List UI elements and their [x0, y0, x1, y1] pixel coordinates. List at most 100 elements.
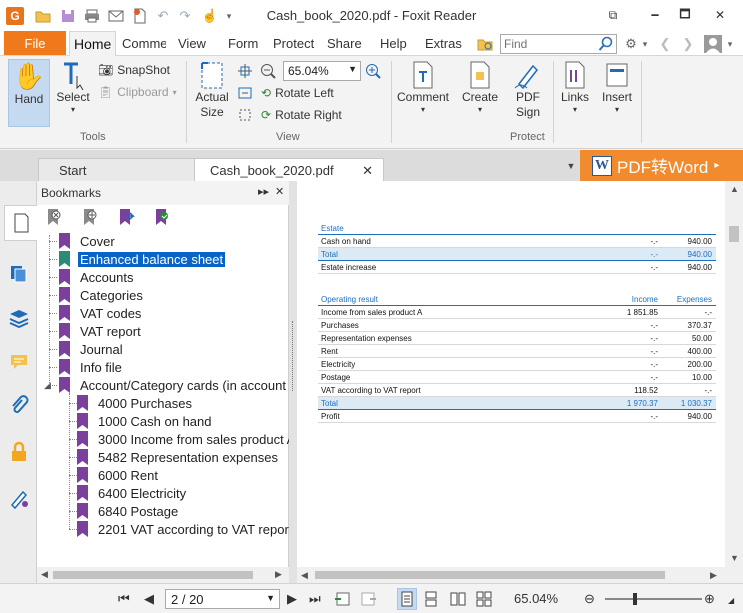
- bookmark-item[interactable]: VAT report: [59, 322, 143, 340]
- first-page-icon[interactable]: ⏮: [118, 591, 130, 607]
- search-icon[interactable]: [598, 36, 614, 52]
- resize-grip-icon[interactable]: ◢: [728, 596, 734, 605]
- close-tab-icon[interactable]: ✕: [362, 163, 373, 179]
- page-number-field[interactable]: 2 / 20 ▼: [165, 589, 280, 609]
- user-dropdown-icon[interactable]: ▾: [724, 34, 736, 54]
- clipboard-dropdown-icon[interactable]: ▾: [173, 88, 177, 97]
- continuous-facing-view-icon[interactable]: [476, 591, 492, 607]
- tab-share[interactable]: Share: [327, 31, 362, 56]
- scroll-down-arrow-icon[interactable]: ▼: [730, 553, 739, 563]
- tab-form[interactable]: Form: [228, 31, 258, 56]
- app-logo-icon[interactable]: G: [6, 7, 24, 25]
- open-folder-icon[interactable]: [33, 6, 53, 26]
- tab-help[interactable]: Help: [380, 31, 407, 56]
- tab-current-document[interactable]: Cash_book_2020.pdf ✕: [194, 158, 384, 181]
- horizontal-scroll-thumb[interactable]: [315, 571, 665, 579]
- create-dropdown-icon[interactable]: ▾: [478, 105, 482, 114]
- hand-tool-icon[interactable]: ☝: [200, 6, 220, 26]
- rotate-left-button[interactable]: ⟲ Rotate Left: [261, 83, 334, 103]
- folder-search-icon[interactable]: [475, 34, 495, 54]
- select-tool-button[interactable]: Select ▾: [53, 60, 93, 114]
- create-button[interactable]: Create ▾: [458, 60, 502, 114]
- next-page-icon[interactable]: ▶: [287, 591, 297, 607]
- settings-dropdown-icon[interactable]: ▾: [640, 34, 650, 54]
- quick-access-dropdown-icon[interactable]: ▾: [222, 6, 236, 26]
- zoom-dropdown-icon[interactable]: ▼: [348, 64, 357, 74]
- bookmark-item[interactable]: Accounts: [59, 268, 135, 286]
- bookmark-child-item[interactable]: 3000 Income from sales product A: [77, 430, 289, 448]
- scroll-right-arrow-icon[interactable]: ▶: [275, 569, 282, 580]
- bookmarks-panel-icon[interactable]: [4, 205, 37, 241]
- tab-view[interactable]: View: [178, 31, 206, 56]
- email-icon[interactable]: [106, 6, 126, 26]
- bookmark-item[interactable]: Journal: [59, 340, 125, 358]
- vertical-scroll-thumb[interactable]: [729, 226, 739, 242]
- zoom-out-icon[interactable]: [260, 61, 276, 81]
- clipboard-button[interactable]: 📋︎ Clipboard ▾: [98, 82, 177, 102]
- document-vertical-scrollbar[interactable]: ▲ ▼: [725, 181, 743, 567]
- tab-start[interactable]: Start: [38, 158, 198, 181]
- fit-visible-icon[interactable]: [237, 105, 253, 125]
- last-page-icon[interactable]: ⏭: [309, 591, 321, 607]
- next-view-icon[interactable]: [359, 591, 377, 607]
- bookmark-item[interactable]: Enhanced balance sheet: [59, 250, 226, 268]
- tab-comment[interactable]: Comme: [122, 31, 166, 56]
- tab-list-dropdown-icon[interactable]: ▼: [563, 158, 579, 174]
- search-input[interactable]: [501, 35, 597, 53]
- document-horizontal-scrollbar[interactable]: ◀ ▶: [297, 567, 743, 583]
- zoom-slider-knob[interactable]: [633, 593, 637, 605]
- splitter-grip[interactable]: [292, 321, 294, 391]
- single-page-view-icon[interactable]: [397, 588, 417, 610]
- bookmark-child-item[interactable]: 5482 Representation expenses: [77, 448, 280, 466]
- comments-panel-icon[interactable]: [6, 349, 32, 375]
- fit-page-icon[interactable]: [237, 61, 253, 81]
- zoom-dropdown[interactable]: 65.04% ▼: [283, 61, 361, 81]
- facing-view-icon[interactable]: [450, 591, 466, 607]
- bookmark-item[interactable]: Categories: [59, 286, 145, 304]
- close-panel-icon[interactable]: ✕: [275, 185, 284, 198]
- zoom-out-button-icon[interactable]: ⊖: [584, 591, 595, 607]
- redo-icon[interactable]: ↷: [176, 6, 194, 26]
- bookmarks-horizontal-scrollbar[interactable]: ◀ ▶: [37, 567, 289, 583]
- doc-scroll-right-arrow-icon[interactable]: ▶: [710, 570, 717, 581]
- rotate-right-button[interactable]: ⟳ Rotate Right: [261, 105, 342, 125]
- comment-button[interactable]: Comment ▾: [395, 60, 451, 114]
- continuous-view-icon[interactable]: [425, 591, 437, 607]
- zoom-in-icon[interactable]: [365, 61, 381, 81]
- tab-protect[interactable]: Protect: [273, 31, 314, 56]
- close-button[interactable]: ✕: [705, 4, 735, 26]
- zoom-in-button-icon[interactable]: ⊕: [704, 591, 715, 607]
- scroll-left-arrow-icon[interactable]: ◀: [41, 569, 48, 580]
- restore-window-icon[interactable]: ⧉: [598, 4, 628, 26]
- print-icon[interactable]: [82, 6, 102, 26]
- pages-panel-icon[interactable]: [6, 261, 32, 287]
- insert-dropdown-icon[interactable]: ▾: [615, 105, 619, 114]
- minimize-button[interactable]: 🗕: [640, 4, 670, 26]
- back-icon[interactable]: ❮: [657, 34, 673, 54]
- bookmark-child-item[interactable]: 6840 Postage: [77, 502, 180, 520]
- bookmark-item[interactable]: Account/Category cards (in account n: [59, 376, 289, 394]
- panel-splitter[interactable]: [289, 181, 297, 583]
- security-lock-icon[interactable]: [6, 439, 32, 465]
- comment-dropdown-icon[interactable]: ▾: [421, 105, 425, 114]
- insert-button[interactable]: Insert ▾: [597, 60, 637, 114]
- bookmark-child-item[interactable]: 4000 Purchases: [77, 394, 194, 412]
- search-field[interactable]: [500, 34, 617, 54]
- file-menu-button[interactable]: File: [4, 31, 66, 55]
- collapse-panel-icon[interactable]: ▸▸: [258, 185, 269, 198]
- snapshot-button[interactable]: 📷︎ SnapShot: [98, 60, 170, 80]
- user-avatar-icon[interactable]: [703, 34, 723, 54]
- doc-scroll-left-arrow-icon[interactable]: ◀: [301, 570, 308, 581]
- bookmark-options-icon[interactable]: [153, 208, 173, 228]
- undo-icon[interactable]: ↶: [154, 6, 172, 26]
- hand-tool-button[interactable]: ✋ Hand: [8, 59, 50, 127]
- forward-icon[interactable]: ❯: [680, 34, 696, 54]
- save-icon[interactable]: [58, 6, 78, 26]
- page-dropdown-icon[interactable]: ▼: [266, 593, 275, 603]
- tab-home[interactable]: Home: [69, 31, 117, 56]
- bookmark-child-item[interactable]: 6000 Rent: [77, 466, 160, 484]
- pdf-to-word-button[interactable]: W PDF转Word ▸: [580, 150, 743, 181]
- select-dropdown-icon[interactable]: ▾: [71, 105, 75, 114]
- bookmark-item[interactable]: Info file: [59, 358, 124, 376]
- pdf-sign-button[interactable]: PDF Sign: [506, 60, 550, 120]
